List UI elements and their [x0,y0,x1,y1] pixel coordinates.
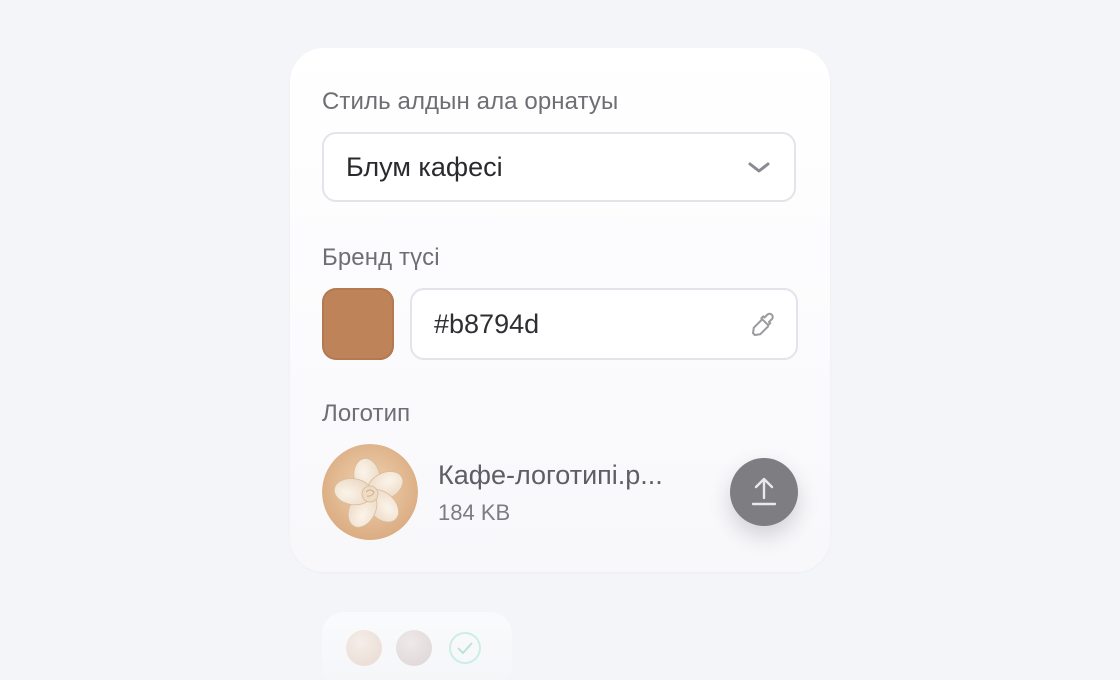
check-circle-icon [449,632,481,664]
style-preset-label: Стиль алдын ала орнатуы [322,88,619,115]
brand-color-hex-value: #b8794d [434,309,540,339]
style-preset-value: Блум кафесі [346,152,503,182]
eyedropper-icon[interactable] [748,310,778,340]
logo-file-size: 184 KB [438,500,511,525]
style-preset-select[interactable]: Блум кафесі [322,132,796,202]
logo-thumbnail [322,444,418,540]
brand-color-swatch[interactable] [322,288,394,360]
upload-logo-button[interactable] [730,458,798,526]
brand-color-hex-field[interactable]: #b8794d [410,288,798,360]
settings-card: Стиль алдын ала орнатуы Блум кафесі Брен… [290,48,830,572]
logo-label: Логотип [322,400,411,427]
chevron-down-icon [748,162,770,173]
flower-logo-image [322,444,418,540]
page: Стиль алдын ала орнатуы Блум кафесі Брен… [0,0,1120,680]
preset-swatch-dot[interactable] [396,630,432,666]
upload-icon [751,477,777,506]
brand-color-label: Бренд түсі [322,244,440,271]
preset-swatch-dot[interactable] [346,630,382,666]
logo-file-name: Кафе-логотипі.р... [438,460,663,490]
